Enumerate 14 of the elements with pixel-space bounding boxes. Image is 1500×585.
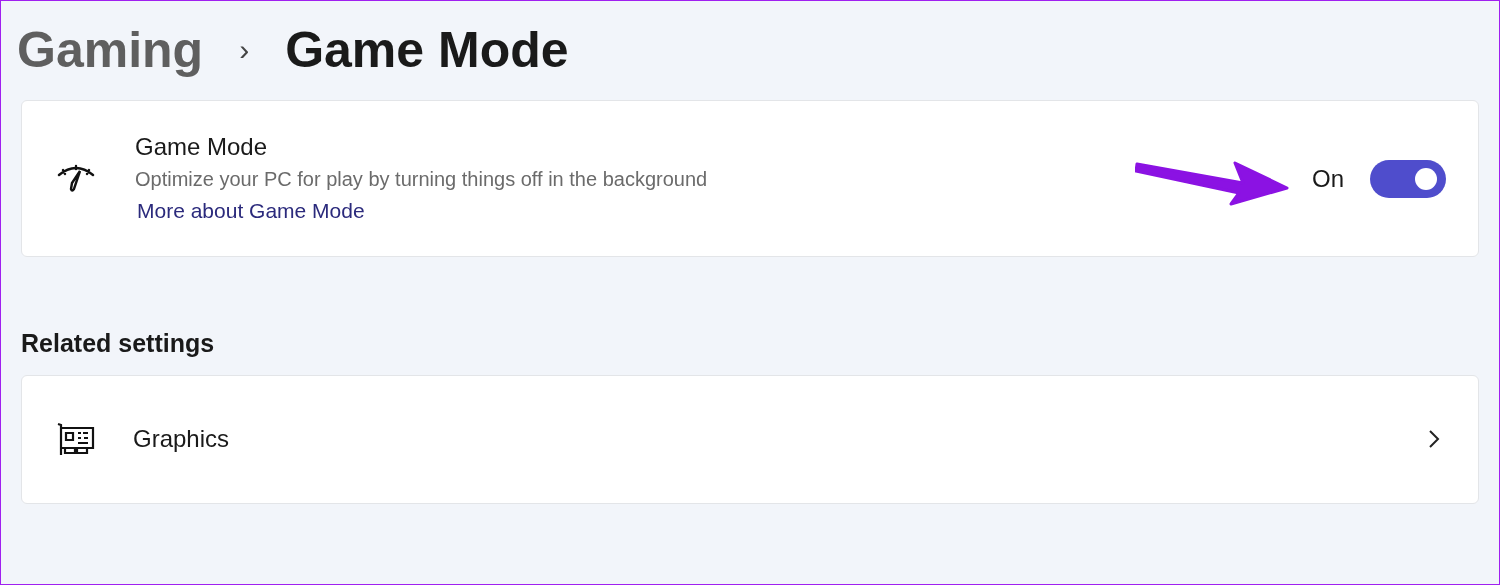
setting-title: Game Mode [135, 131, 269, 162]
settings-row[interactable]: Graphics [21, 374, 1479, 504]
row-label: Graphics [133, 424, 230, 454]
breadcrumb-separator: › [239, 35, 250, 65]
toggle-switch[interactable] [1370, 159, 1446, 198]
setting-description: Optimize your PC for play by turning things off in the background [135, 166, 708, 192]
graphics-card-icon [56, 422, 96, 456]
section-heading: Related settings [21, 329, 215, 357]
breadcrumb-parent[interactable]: Gaming [17, 25, 204, 75]
chevron-right-icon [1428, 429, 1440, 449]
page-title: Game Mode [285, 25, 569, 75]
more-about-link[interactable]: More about Game Mode [137, 194, 708, 227]
toggle-label: On [1312, 163, 1344, 194]
speedometer-icon [56, 162, 96, 195]
